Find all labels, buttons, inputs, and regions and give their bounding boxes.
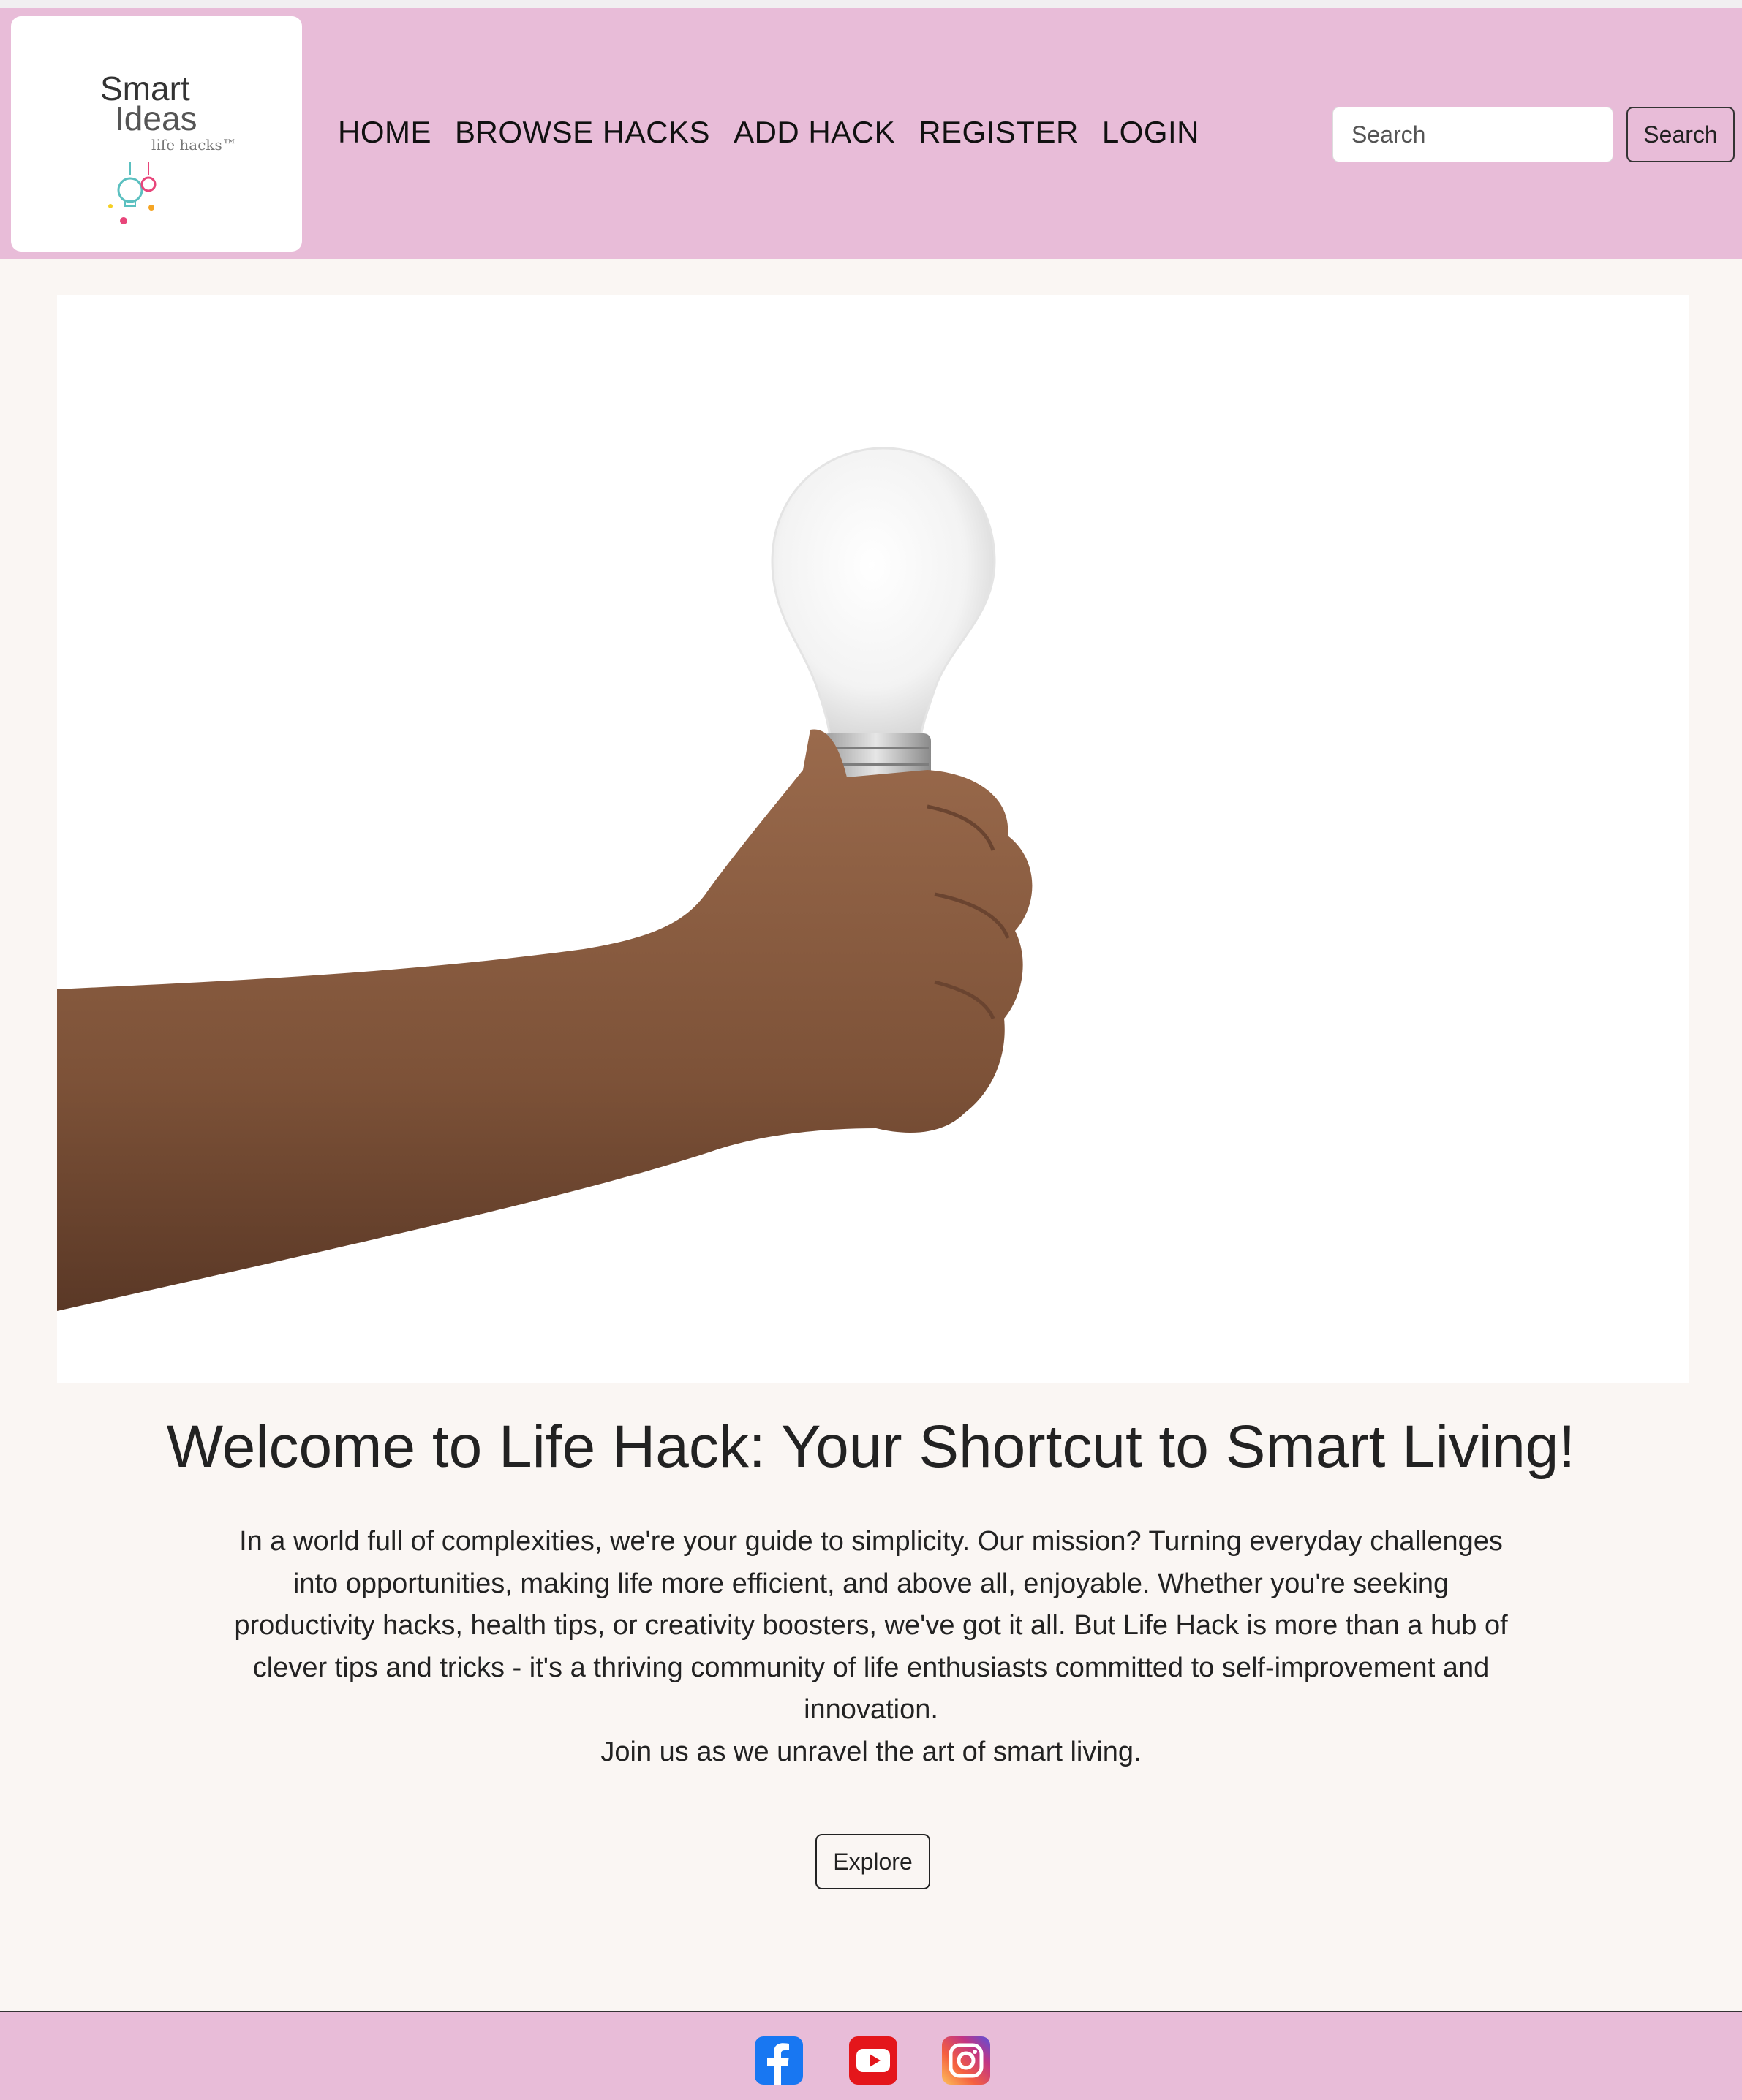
- site-logo[interactable]: Smart Ideas life hacks™: [11, 16, 302, 252]
- nav-login[interactable]: LOGIN: [1102, 115, 1199, 150]
- site-footer: [0, 2011, 1742, 2100]
- nav-register[interactable]: REGISTER: [919, 115, 1079, 150]
- intro-text: In a world full of complexities, we're y…: [219, 1521, 1523, 1773]
- explore-button[interactable]: Explore: [815, 1834, 930, 1889]
- hero-image: [57, 295, 1689, 1383]
- browser-top-line: [0, 0, 1742, 8]
- join-us-paragraph: Join us as we unravel the art of smart l…: [600, 1736, 1142, 1767]
- search-button[interactable]: Search: [1626, 107, 1735, 162]
- main-nav: HOME BROWSE HACKS ADD HACK REGISTER LOGI…: [338, 115, 1199, 150]
- site-header: Smart Ideas life hacks™ HOME BROWSE HACK…: [0, 8, 1742, 259]
- nav-browse-hacks[interactable]: BROWSE HACKS: [455, 115, 710, 150]
- page-title: Welcome to Life Hack: Your Shortcut to S…: [166, 1413, 1576, 1480]
- instagram-icon[interactable]: [942, 2036, 990, 2085]
- logo-text-ideas: Ideas: [115, 99, 197, 137]
- facebook-icon[interactable]: [755, 2036, 803, 2085]
- hand-holding-lightbulb-image: [57, 447, 1033, 1311]
- lightbulbs-logo-icon: [108, 162, 157, 224]
- search-input[interactable]: [1332, 107, 1613, 162]
- logo-tagline: life hacks™: [151, 136, 237, 154]
- mission-paragraph: In a world full of complexities, we're y…: [234, 1526, 1508, 1725]
- nav-add-hack[interactable]: ADD HACK: [734, 115, 895, 150]
- youtube-icon[interactable]: [849, 2036, 897, 2085]
- nav-home[interactable]: HOME: [338, 115, 431, 150]
